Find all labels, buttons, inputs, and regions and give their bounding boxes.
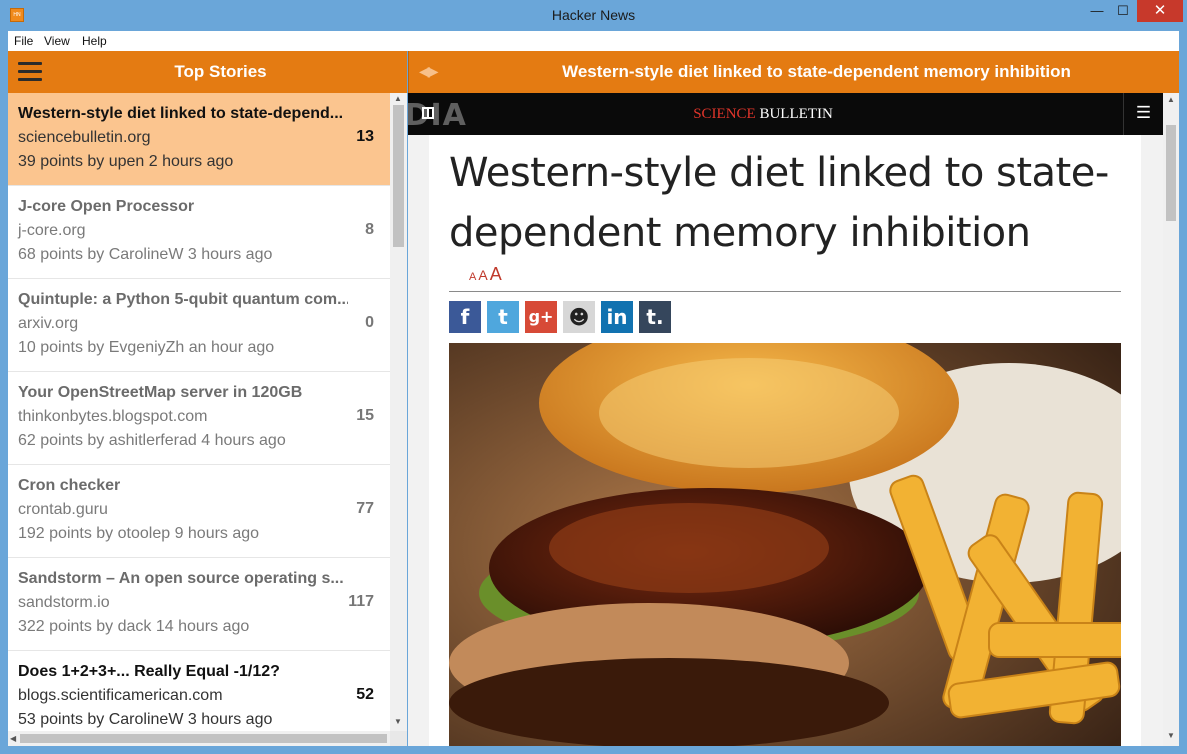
font-small-button[interactable]: A [469, 271, 476, 283]
story-title: J-core Open Processor [18, 198, 195, 215]
story-domain: blogs.scientificamerican.com [18, 687, 223, 704]
font-medium-button[interactable]: A [478, 267, 487, 283]
brand-bulletin: BULLETIN [755, 106, 833, 122]
menu-help[interactable]: Help [82, 34, 107, 48]
maximize-button[interactable]: ☐ [1110, 0, 1136, 22]
stories-title: Top Stories [174, 62, 267, 81]
story-item[interactable]: Your OpenStreetMap server in 120GB think… [8, 372, 390, 465]
article-title: Western-style diet linked to state-depen… [562, 62, 1071, 81]
title-bar: HN Hacker News — ☐ ✕ [0, 0, 1187, 31]
comment-count[interactable]: 77 [356, 500, 374, 518]
scroll-thumb[interactable] [1166, 125, 1176, 221]
facebook-share-icon[interactable]: f [449, 301, 481, 333]
back-forward-icon[interactable]: ◀▶ [419, 63, 438, 80]
site-menu-icon[interactable]: ☰ [1123, 93, 1163, 135]
story-item[interactable]: Sandstorm – An open source operating s..… [8, 558, 390, 651]
story-list-hscrollbar[interactable]: ◀ [8, 731, 390, 746]
site-nav-bar: SCIENCE BULLETIN ☰ [408, 93, 1163, 135]
story-domain: arxiv.org [18, 315, 79, 332]
twitter-share-icon[interactable]: t [487, 301, 519, 333]
brand-science: SCIENCE [693, 106, 756, 122]
comment-count[interactable]: 117 [348, 593, 374, 611]
comment-count[interactable]: 15 [356, 407, 374, 425]
story-item[interactable]: Western-style diet linked to state-depen… [8, 93, 390, 186]
story-title: Quintuple: a Python 5-qubit quantum com.… [18, 291, 348, 308]
scroll-down-icon[interactable]: ▼ [394, 717, 402, 726]
article-scrollbar[interactable]: ▲ ▼ [1163, 93, 1179, 746]
story-list-scrollbar[interactable]: ▲ ▼ [390, 93, 407, 731]
google-plus-share-icon[interactable]: g+ [525, 301, 557, 333]
story-list: Western-style diet linked to state-depen… [8, 93, 390, 731]
story-item[interactable]: Does 1+2+3+... Really Equal -1/12? blogs… [8, 651, 390, 731]
scroll-up-icon[interactable]: ▲ [1167, 95, 1175, 104]
article-body: Western-style diet linked to state-depen… [429, 135, 1141, 746]
story-title: Cron checker [18, 477, 121, 494]
menu-bar: File View Help [8, 31, 1179, 51]
article-view: SCIENCE BULLETIN ☰ Western-style diet li… [408, 93, 1163, 746]
story-item[interactable]: Cron checker crontab.guru 192 points by … [8, 465, 390, 558]
story-item[interactable]: J-core Open Processor j-core.org 68 poin… [8, 186, 390, 279]
minimize-button[interactable]: — [1084, 0, 1110, 22]
font-size-controls: AAA [469, 264, 502, 285]
comment-count[interactable]: 13 [356, 128, 374, 146]
story-domain: sciencebulletin.org [18, 129, 151, 146]
article-photo [449, 343, 1121, 746]
story-meta: 10 points by EvgeniyZh an hour ago [18, 339, 275, 356]
article-header: ◀▶ Western-style diet linked to state-de… [408, 51, 1179, 93]
story-meta: 39 points by upen 2 hours ago [18, 153, 234, 170]
story-title: Sandstorm – An open source operating s..… [18, 570, 344, 587]
scroll-thumb[interactable] [393, 105, 404, 247]
window-title: Hacker News [551, 7, 636, 23]
comment-count[interactable]: 8 [365, 221, 374, 239]
story-title: Does 1+2+3+... Really Equal -1/12? [18, 663, 280, 680]
scroll-down-icon[interactable]: ▼ [1167, 731, 1175, 740]
site-brand[interactable]: SCIENCE BULLETIN [408, 106, 1118, 123]
story-title: Western-style diet linked to state-depen… [18, 105, 344, 122]
scroll-corner [390, 731, 407, 746]
story-meta: 322 points by dack 14 hours ago [18, 618, 250, 635]
story-meta: 192 points by otoolep 9 hours ago [18, 525, 260, 542]
story-meta: 68 points by CarolineW 3 hours ago [18, 246, 273, 263]
story-meta: 53 points by CarolineW 3 hours ago [18, 711, 273, 728]
close-button[interactable]: ✕ [1137, 0, 1183, 22]
linkedin-share-icon[interactable]: in [601, 301, 633, 333]
stories-header: Top Stories [8, 51, 407, 93]
app-window: HN Hacker News — ☐ ✕ File View Help Top … [0, 0, 1187, 754]
story-domain: j-core.org [18, 222, 86, 239]
burger-image [449, 343, 1121, 746]
comment-count[interactable]: 0 [365, 314, 374, 332]
share-buttons: f t g+ ☻ in t. [449, 301, 677, 333]
scroll-left-icon[interactable]: ◀ [10, 734, 16, 743]
divider [449, 291, 1121, 292]
tumblr-share-icon[interactable]: t. [639, 301, 671, 333]
story-item[interactable]: Quintuple: a Python 5-qubit quantum com.… [8, 279, 390, 372]
comment-count[interactable]: 52 [356, 686, 374, 704]
menu-view[interactable]: View [44, 34, 70, 48]
scroll-up-icon[interactable]: ▲ [394, 94, 402, 103]
hscroll-thumb[interactable] [20, 734, 387, 743]
story-title: Your OpenStreetMap server in 120GB [18, 384, 303, 401]
story-meta: 62 points by ashitlerferad 4 hours ago [18, 432, 286, 449]
font-large-button[interactable]: A [490, 264, 502, 284]
reddit-share-icon[interactable]: ☻ [563, 301, 595, 333]
menu-file[interactable]: File [14, 34, 33, 48]
story-domain: sandstorm.io [18, 594, 110, 611]
story-domain: thinkonbytes.blogspot.com [18, 408, 208, 425]
article-headline: Western-style diet linked to state-depen… [449, 150, 1109, 256]
story-domain: crontab.guru [18, 501, 108, 518]
